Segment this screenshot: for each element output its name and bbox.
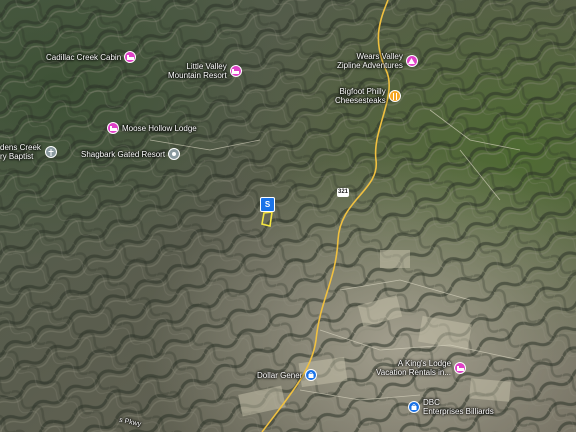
place-icon: [168, 148, 181, 160]
poi-dens-creek-baptist[interactable]: dens Creek ry Baptist: [0, 143, 57, 161]
poi-little-valley-mountain-resort[interactable]: Little Valley Mountain Resort: [168, 62, 242, 80]
poi-label: DBC Enterprises Billiards: [423, 398, 494, 416]
poi-cadillac-creek-cabin[interactable]: Cadillac Creek Cabin: [46, 51, 137, 63]
shopping-bag-icon: [408, 401, 420, 413]
poi-label: Dollar Gener: [257, 370, 303, 380]
poi-label: dens Creek ry Baptist: [0, 143, 41, 161]
poi-bigfoot-philly-cheesesteaks[interactable]: Bigfoot Philly Cheesesteaks: [335, 87, 401, 105]
hotel-icon: [107, 122, 119, 134]
attraction-icon: [405, 55, 418, 67]
poi-label: Moose Hollow Lodge: [122, 123, 197, 133]
poi-label-line2: Cheesesteaks: [335, 96, 386, 105]
shopping-bag-icon: [305, 369, 318, 381]
church-icon: [44, 146, 57, 158]
poi-label: A King's Lodge Vacation Rentals in...: [376, 359, 451, 377]
selected-location-marker[interactable]: S: [260, 197, 275, 212]
poi-label: Little Valley Mountain Resort: [168, 62, 227, 80]
poi-label-line1: dens Creek: [0, 143, 41, 152]
poi-label-line2: Enterprises Billiards: [423, 407, 494, 416]
poi-label-line1: Little Valley: [186, 62, 227, 71]
poi-label-line1: Wears Valley: [356, 52, 403, 61]
restaurant-icon: [388, 90, 401, 102]
poi-moose-hollow-lodge[interactable]: Moose Hollow Lodge: [107, 122, 197, 134]
poi-label: Cadillac Creek Cabin: [46, 52, 122, 62]
highway-shield: 321: [337, 188, 349, 197]
poi-label: Shagbark Gated Resort: [81, 149, 166, 159]
hotel-icon: [454, 362, 467, 374]
map-view[interactable]: 321 S Cadillac Creek Cabin Little Valley…: [0, 0, 576, 432]
poi-dollar-general[interactable]: Dollar Gener: [257, 369, 318, 381]
poi-label-line2: Zipline Adventures: [337, 61, 403, 70]
poi-dbc-enterprises-billiards[interactable]: DBC Enterprises Billiards: [408, 398, 494, 416]
poi-label-line1: Bigfoot Philly: [339, 87, 386, 96]
poi-wears-valley-zipline[interactable]: Wears Valley Zipline Adventures: [337, 52, 418, 70]
poi-label: Wears Valley Zipline Adventures: [337, 52, 403, 70]
poi-label-line1: A King's Lodge: [397, 359, 452, 368]
poi-shagbark-gated-resort[interactable]: Shagbark Gated Resort: [81, 148, 181, 160]
satellite-terrain: [0, 0, 576, 432]
poi-label-line2: Vacation Rentals in...: [376, 368, 452, 377]
poi-label-line2: ry Baptist: [0, 152, 34, 161]
poi-label: Bigfoot Philly Cheesesteaks: [335, 87, 386, 105]
hotel-icon: [124, 51, 137, 63]
poi-label-line2: Mountain Resort: [168, 71, 227, 80]
poi-kings-lodge[interactable]: A King's Lodge Vacation Rentals in...: [376, 359, 467, 377]
hotel-icon: [229, 65, 242, 77]
poi-label-line1: DBC: [423, 398, 440, 407]
